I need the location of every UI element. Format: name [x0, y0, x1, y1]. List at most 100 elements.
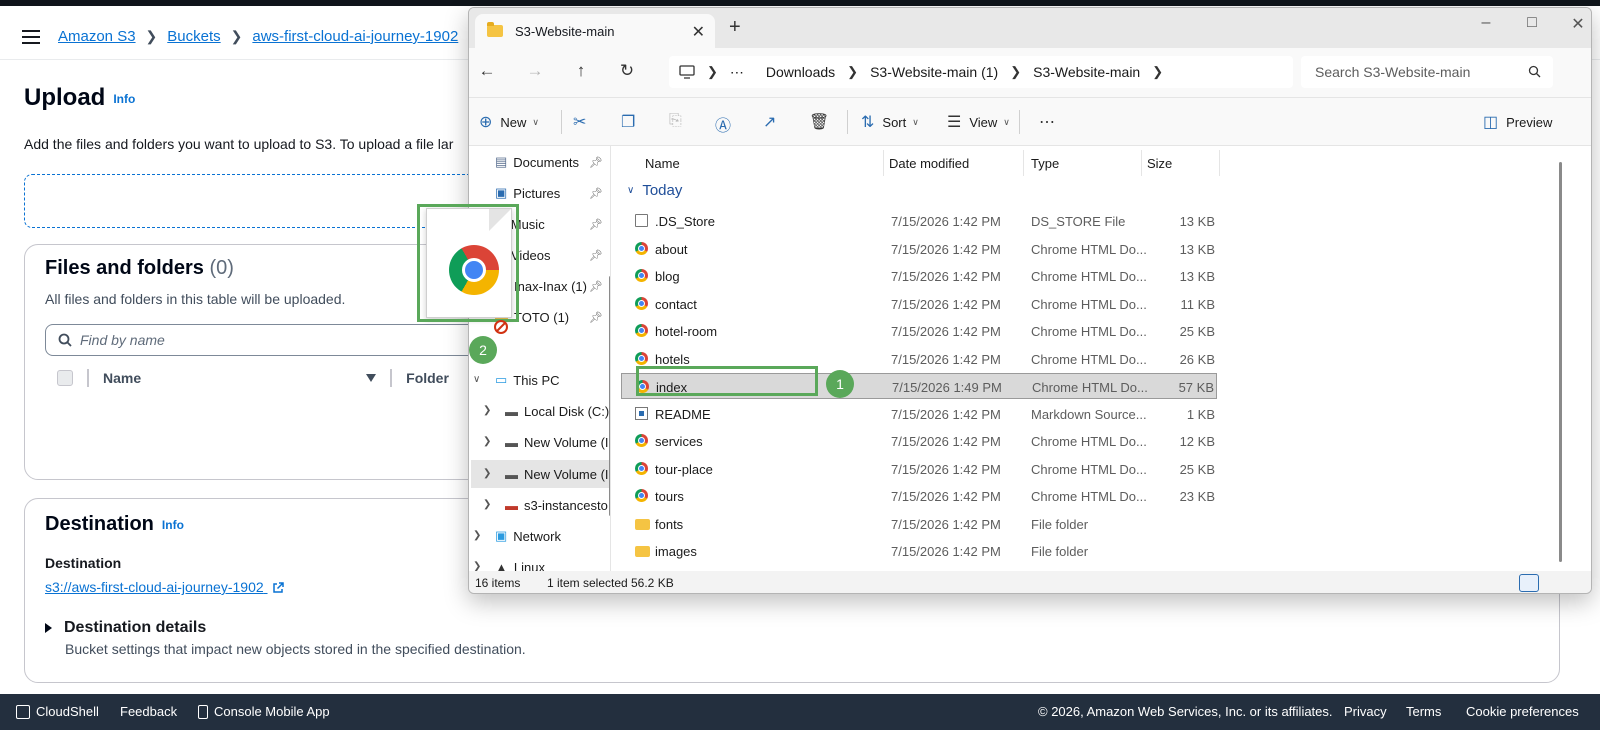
nav-item-label: Network [513, 528, 561, 544]
nav-item-this-pc[interactable]: ∨ ▭ This PC [473, 366, 610, 394]
table-row[interactable]: .DS_Store 7/15/2026 1:42 PM DS_STORE File 1… [621, 208, 1217, 234]
file-explorer-window: S3-Website-main ✕ + – □ ✕ ← → ↑ ↻ ❯ ⋯ Do… [468, 7, 1592, 594]
table-row[interactable]: tour-place 7/15/2026 1:42 PM Chrome HTML D… [621, 456, 1217, 482]
address-current[interactable]: S3-Website-main [1033, 64, 1140, 80]
table-row[interactable]: services 7/15/2026 1:42 PM Chrome HTML Do.… [621, 428, 1217, 454]
column-folder[interactable]: Folder [406, 370, 449, 386]
nav-item-local-disk[interactable]: ❯ ▬ Local Disk (C:) [483, 397, 610, 425]
address-bar[interactable]: ❯ ⋯ Downloads ❯ S3-Website-main (1) ❯ S3… [669, 56, 1293, 88]
forward-icon[interactable]: → [523, 61, 547, 81]
table-row[interactable]: contact 7/15/2026 1:42 PM Chrome HTML Do..… [621, 291, 1217, 317]
file-name: hotel-room [655, 324, 718, 339]
address-downloads[interactable]: Downloads [766, 64, 835, 80]
table-row[interactable]: about 7/15/2026 1:42 PM Chrome HTML Do... 1… [621, 236, 1217, 262]
page-title: Upload Info [24, 84, 135, 112]
nav-item-pictures[interactable]: ▣ Pictures 📌︎ [495, 179, 610, 207]
info-link[interactable]: Info [162, 518, 184, 532]
table-row[interactable]: images 7/15/2026 1:42 PM File folder [621, 538, 1217, 564]
file-type: Markdown Source... [1031, 406, 1147, 422]
sort-button[interactable]: ⇅ Sort ∨ [861, 112, 919, 132]
file-name: tour-place [655, 461, 713, 477]
back-icon[interactable]: ← [475, 61, 499, 81]
more-options-button[interactable]: ⋯ [1039, 112, 1063, 132]
sort-icon: ⇅ [861, 114, 875, 131]
maximize-icon[interactable]: □ [1517, 14, 1547, 32]
feedback-button[interactable]: Feedback [120, 704, 177, 719]
page-title-text: Upload [24, 84, 106, 111]
nav-item-linux[interactable]: ❯ ▲ Linux [473, 553, 610, 572]
cut-button[interactable]: ✂ [573, 112, 594, 132]
mobile-app-button[interactable]: Console Mobile App [198, 704, 330, 719]
file-name: services [655, 434, 703, 449]
file-date: 7/15/2026 1:49 PM [892, 380, 1002, 395]
cookie-preferences-link[interactable]: Cookie preferences [1466, 704, 1579, 719]
more-path-icon[interactable]: ⋯ [730, 64, 744, 81]
nav-item-s3-instance[interactable]: ❯ ▬ s3-instancesto [483, 491, 610, 519]
nav-item-new-volume-1[interactable]: ❯ ▬ New Volume (I [483, 428, 610, 456]
table-row[interactable]: hotel-room 7/15/2026 1:42 PM Chrome HTML D… [621, 318, 1217, 344]
table-row[interactable]: tours 7/15/2026 1:42 PM Chrome HTML Do... 2… [621, 483, 1217, 509]
select-all-checkbox[interactable] [57, 370, 73, 386]
explorer-tab[interactable]: S3-Website-main ✕ [475, 14, 715, 48]
info-link[interactable]: Info [113, 92, 135, 106]
chevron-right-icon: ❯ [473, 530, 482, 541]
copy-button[interactable]: ❐ [621, 112, 643, 132]
group-header-today[interactable]: ∨ Today [627, 182, 682, 199]
file-type: Chrome HTML Do... [1032, 380, 1148, 395]
cloudshell-label: CloudShell [36, 704, 99, 719]
close-tab-icon[interactable]: ✕ [692, 22, 705, 42]
close-window-icon[interactable]: ✕ [1563, 14, 1591, 34]
new-tab-icon[interactable]: + [729, 16, 741, 39]
folder-icon [635, 546, 650, 557]
preview-label: Preview [1506, 114, 1553, 130]
destination-details-toggle[interactable]: Destination details [45, 619, 206, 637]
paste-button[interactable]: ⎘ [669, 112, 690, 130]
column-divider [883, 150, 884, 176]
terms-link[interactable]: Terms [1406, 704, 1441, 719]
table-row[interactable]: README 7/15/2026 1:42 PM Markdown Source..… [621, 401, 1217, 427]
refresh-icon[interactable]: ↻ [615, 61, 639, 81]
share-button[interactable]: ↗ [763, 112, 784, 132]
nav-item-new-volume-2[interactable]: ❯ ▬ New Volume (I [471, 460, 610, 488]
more-icon: ⋯ [1039, 114, 1055, 131]
table-row[interactable]: fonts 7/15/2026 1:42 PM File folder [621, 511, 1217, 537]
menu-icon[interactable] [22, 30, 40, 44]
search-icon [1528, 65, 1541, 78]
view-button[interactable]: ☰ View ∨ [947, 112, 1010, 132]
up-icon[interactable]: ↑ [569, 61, 593, 81]
annotation-badge-1: 1 [826, 370, 854, 398]
nav-item-documents[interactable]: ▤ Documents 📌︎ [495, 148, 610, 176]
delete-button[interactable]: 🗑︎ [809, 112, 837, 132]
preview-pane-icon: ◫ [1483, 114, 1499, 131]
rename-button[interactable]: Ⓐ [715, 112, 739, 136]
sort-down-icon[interactable] [366, 374, 377, 382]
privacy-link[interactable]: Privacy [1344, 704, 1387, 719]
destination-link[interactable]: s3://aws-first-cloud-ai-journey-1902 [45, 579, 284, 595]
pin-icon: 📌︎ [589, 311, 603, 324]
cloudshell-button[interactable]: CloudShell [16, 704, 99, 719]
breadcrumb-amazon-s3[interactable]: Amazon S3 [58, 28, 136, 45]
column-type[interactable]: Type [1031, 156, 1059, 171]
column-name[interactable]: Name [645, 156, 680, 171]
preview-button[interactable]: ◫ Preview [1483, 112, 1552, 132]
column-date-modified[interactable]: Date modified [889, 156, 969, 171]
column-name[interactable]: Name [103, 370, 141, 386]
chevron-right-icon[interactable]: ❯ [1152, 64, 1163, 80]
nav-item-network[interactable]: ❯ ▣ Network [473, 522, 610, 550]
explorer-search-input[interactable]: Search S3-Website-main [1301, 56, 1553, 88]
breadcrumb-bucket[interactable]: aws-first-cloud-ai-journey-1902 [252, 28, 458, 45]
share-icon: ↗ [763, 114, 777, 131]
minimize-icon[interactable]: – [1471, 14, 1501, 32]
file-type: Chrome HTML Do... [1031, 296, 1147, 312]
table-row[interactable]: blog 7/15/2026 1:42 PM Chrome HTML Do... 13… [621, 263, 1217, 289]
column-size[interactable]: Size [1147, 156, 1172, 171]
nav-scrollbar[interactable] [609, 276, 610, 516]
file-list-scrollbar[interactable] [1559, 162, 1562, 562]
status-item-count: 16 items [475, 576, 521, 590]
chevron-right-icon: ❯ [145, 28, 158, 44]
address-parent[interactable]: S3-Website-main (1) [870, 64, 998, 80]
details-view-icon[interactable] [1519, 574, 1539, 592]
breadcrumb-buckets[interactable]: Buckets [167, 28, 220, 45]
new-button[interactable]: ⊕ New ∨ [479, 112, 539, 132]
tiles-view-icon[interactable] [1545, 574, 1565, 592]
